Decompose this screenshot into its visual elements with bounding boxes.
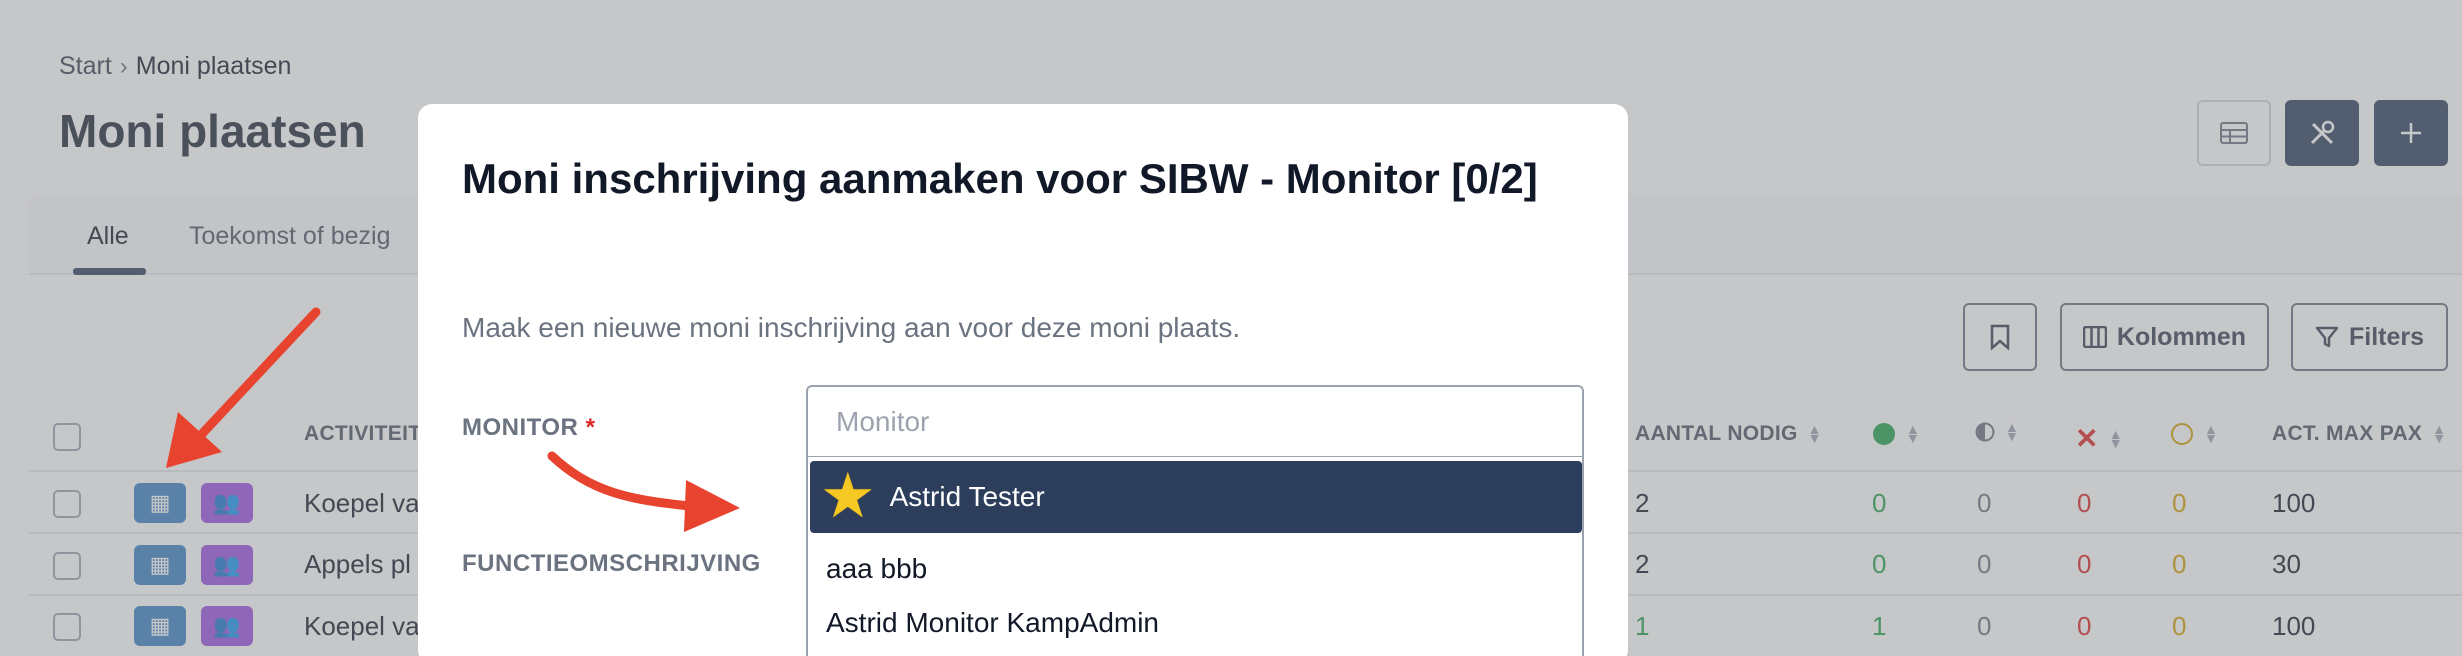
annotation-arrow-icon <box>547 451 740 532</box>
annotation-arrows <box>166 307 740 532</box>
annotation-arrow-icon <box>166 307 321 468</box>
